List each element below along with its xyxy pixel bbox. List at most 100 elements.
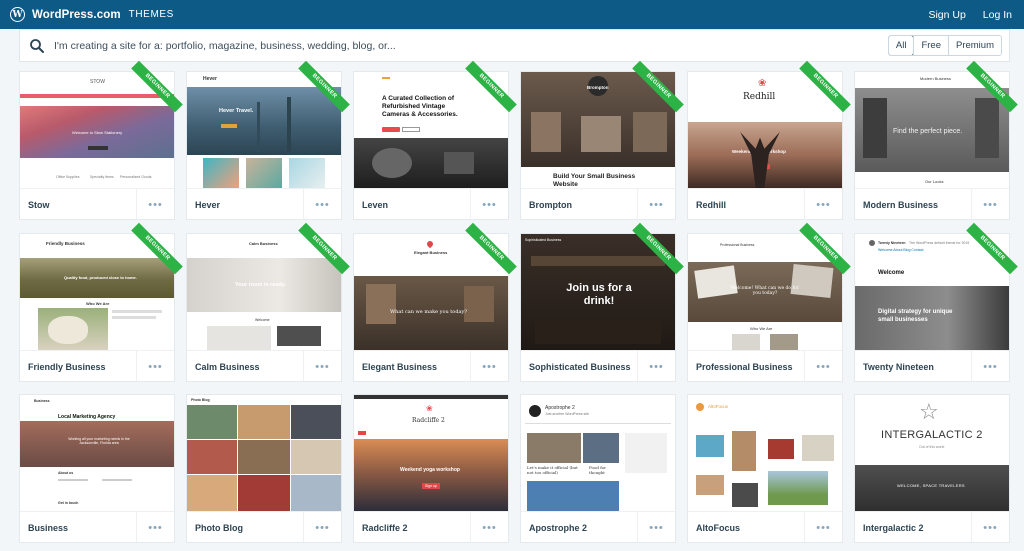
- thumb-sub: Who We Are: [750, 326, 773, 331]
- theme-name[interactable]: Intergalactic 2: [855, 523, 971, 533]
- theme-name[interactable]: Brompton: [521, 200, 637, 210]
- star-icon: ☆: [919, 399, 939, 424]
- more-options-button[interactable]: •••: [971, 511, 1009, 544]
- theme-thumbnail[interactable]: Professional Business Welcome! What can …: [688, 234, 842, 350]
- theme-card-redhill[interactable]: ❀ Redhill Weekend yoga workshop BEGINNER…: [687, 60, 851, 221]
- filter-all[interactable]: All: [888, 36, 915, 55]
- card-footer: Brompton •••: [521, 188, 675, 221]
- more-options-button[interactable]: •••: [971, 188, 1009, 221]
- filter-premium[interactable]: Premium: [947, 36, 1001, 55]
- more-options-button[interactable]: •••: [136, 350, 174, 383]
- theme-card-professional-business[interactable]: Professional Business Welcome! What can …: [687, 222, 851, 383]
- theme-card-hever[interactable]: Hever Hever Travel. BEGINNER Hever •••: [186, 60, 350, 221]
- theme-thumbnail[interactable]: Hever Hever Travel.: [187, 72, 341, 188]
- theme-thumbnail[interactable]: Friendly Business Quality food, produced…: [20, 234, 174, 350]
- theme-name[interactable]: Stow: [20, 200, 136, 210]
- theme-card-sophisticated-business[interactable]: Sophisticated Business Join us for a dri…: [520, 222, 684, 383]
- thumb-title: Business: [34, 399, 50, 403]
- card-footer: Leven •••: [354, 188, 508, 221]
- thumb-title: Redhill: [743, 92, 776, 102]
- more-options-button[interactable]: •••: [136, 188, 174, 221]
- signup-link[interactable]: Sign Up: [928, 9, 965, 21]
- search-input[interactable]: [54, 39, 674, 52]
- theme-thumbnail[interactable]: Sophisticated Business Join us for a dri…: [521, 234, 675, 350]
- theme-thumbnail[interactable]: ❀ Radcliffe 2 Weekend yoga workshop Sign…: [354, 395, 508, 511]
- theme-card-altofocus[interactable]: AltoFocus AltoFocus •••: [687, 394, 843, 544]
- theme-name[interactable]: AltoFocus: [688, 523, 804, 533]
- theme-thumbnail[interactable]: Twenty Nineteen The WordPress default th…: [855, 234, 1009, 350]
- theme-thumbnail[interactable]: A Curated Collection of Refurbished Vint…: [354, 72, 508, 188]
- theme-card-photo-blog[interactable]: Photo Blog Photo Blog •••: [186, 394, 342, 544]
- theme-thumbnail[interactable]: Modern Business Find the perfect piece. …: [855, 72, 1009, 188]
- theme-thumbnail[interactable]: ❀ Redhill Weekend yoga workshop: [688, 72, 842, 188]
- theme-card-modern-business[interactable]: Modern Business Find the perfect piece. …: [854, 60, 1018, 221]
- theme-search-bar: All Free Premium: [19, 29, 1010, 62]
- theme-thumbnail[interactable]: Elegant Business What can we make you to…: [354, 234, 508, 350]
- more-options-button[interactable]: •••: [470, 511, 508, 544]
- theme-thumbnail[interactable]: AltoFocus: [688, 395, 842, 511]
- theme-card-friendly-business[interactable]: Friendly Business Quality food, produced…: [19, 222, 183, 383]
- more-options-button[interactable]: •••: [804, 188, 842, 221]
- theme-card-business[interactable]: Business Local Marketing Agency Working …: [19, 394, 175, 544]
- filter-free[interactable]: Free: [913, 36, 948, 55]
- auth-links: Sign Up Log In: [928, 9, 1012, 21]
- theme-card-twenty-nineteen[interactable]: Twenty Nineteen The WordPress default th…: [854, 222, 1018, 383]
- theme-thumbnail[interactable]: STOW Welcome to Stow Stationery Office S…: [20, 72, 174, 188]
- theme-name[interactable]: Friendly Business: [20, 362, 136, 372]
- more-options-button[interactable]: •••: [470, 188, 508, 221]
- more-options-button[interactable]: •••: [136, 511, 174, 544]
- thumb-title: INTERGALACTIC 2: [881, 429, 983, 441]
- more-options-button[interactable]: •••: [804, 511, 842, 544]
- more-options-button[interactable]: •••: [303, 350, 341, 383]
- thumb-hero: Hever Travel.: [219, 108, 254, 114]
- theme-thumbnail[interactable]: Business Local Marketing Agency Working …: [20, 395, 174, 511]
- theme-card-intergalactic-2[interactable]: ☆ INTERGALACTIC 2 Out of this world WELC…: [854, 394, 1010, 544]
- card-footer: Elegant Business •••: [354, 350, 508, 383]
- theme-name[interactable]: Radcliffe 2: [354, 523, 470, 533]
- card-footer: AltoFocus •••: [688, 511, 842, 544]
- card-footer: Sophisticated Business •••: [521, 350, 675, 383]
- theme-thumbnail[interactable]: Brompton Build Your Small Business Websi…: [521, 72, 675, 188]
- theme-card-elegant-business[interactable]: Elegant Business What can we make you to…: [353, 222, 517, 383]
- card-footer: Modern Business •••: [855, 188, 1009, 221]
- theme-thumbnail[interactable]: ☆ INTERGALACTIC 2 Out of this world WELC…: [855, 395, 1009, 511]
- theme-name[interactable]: Leven: [354, 200, 470, 210]
- theme-name[interactable]: Modern Business: [855, 200, 971, 210]
- theme-thumbnail[interactable]: Calm Business Your room is ready. Welcom…: [187, 234, 341, 350]
- wordpress-logo-icon[interactable]: W: [10, 7, 25, 22]
- brand-name[interactable]: WordPress.com: [32, 9, 121, 21]
- card-footer: Photo Blog •••: [187, 511, 341, 544]
- theme-thumbnail[interactable]: Apostrophe 2 Just another WordPress site…: [521, 395, 675, 511]
- section-title[interactable]: THEMES: [129, 9, 174, 20]
- card-footer: Hever •••: [187, 188, 341, 221]
- more-options-button[interactable]: •••: [637, 511, 675, 544]
- more-options-button[interactable]: •••: [303, 511, 341, 544]
- more-options-button[interactable]: •••: [637, 188, 675, 221]
- search-icon[interactable]: [29, 38, 45, 54]
- theme-card-radcliffe-2[interactable]: ❀ Radcliffe 2 Weekend yoga workshop Sign…: [353, 394, 509, 544]
- thumb-hero: Find the perfect piece.: [893, 128, 963, 135]
- theme-name[interactable]: Redhill: [688, 200, 804, 210]
- login-link[interactable]: Log In: [983, 9, 1012, 21]
- theme-name[interactable]: Business: [20, 523, 136, 533]
- theme-name[interactable]: Twenty Nineteen: [855, 362, 971, 372]
- theme-name[interactable]: Photo Blog: [187, 523, 303, 533]
- theme-card-calm-business[interactable]: Calm Business Your room is ready. Welcom…: [186, 222, 350, 383]
- theme-name[interactable]: Sophisticated Business: [521, 362, 637, 372]
- theme-card-brompton[interactable]: Brompton Build Your Small Business Websi…: [520, 60, 684, 221]
- theme-name[interactable]: Hever: [187, 200, 303, 210]
- theme-card-stow[interactable]: STOW Welcome to Stow Stationery Office S…: [19, 60, 183, 221]
- theme-name[interactable]: Apostrophe 2: [521, 523, 637, 533]
- more-options-button[interactable]: •••: [637, 350, 675, 383]
- theme-card-apostrophe-2[interactable]: Apostrophe 2 Just another WordPress site…: [520, 394, 676, 544]
- theme-name[interactable]: Elegant Business: [354, 362, 470, 372]
- more-options-button[interactable]: •••: [971, 350, 1009, 383]
- more-options-button[interactable]: •••: [303, 188, 341, 221]
- more-options-button[interactable]: •••: [470, 350, 508, 383]
- more-options-button[interactable]: •••: [804, 350, 842, 383]
- theme-name[interactable]: Professional Business: [688, 362, 804, 372]
- theme-thumbnail[interactable]: Photo Blog: [187, 395, 341, 511]
- card-footer: Twenty Nineteen •••: [855, 350, 1009, 383]
- theme-name[interactable]: Calm Business: [187, 362, 303, 372]
- theme-card-leven[interactable]: A Curated Collection of Refurbished Vint…: [353, 60, 517, 221]
